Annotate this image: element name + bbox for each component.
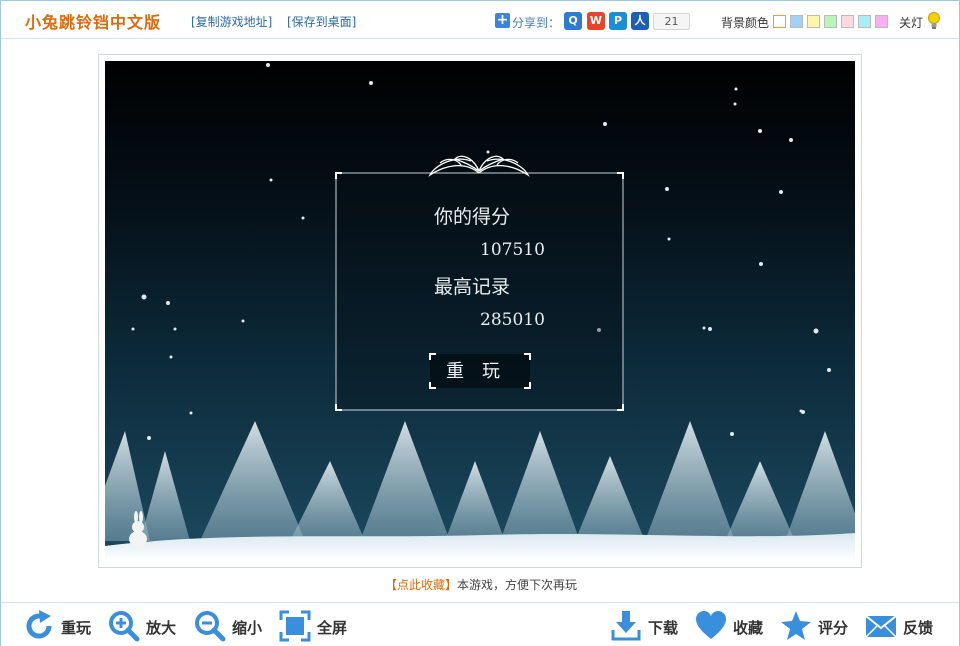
copy-address-link[interactable]: [复制游戏地址] (191, 13, 272, 30)
replay-game-button[interactable]: 重 玩 (429, 353, 531, 389)
replay-button[interactable]: 重玩 (23, 608, 95, 642)
favorite-button[interactable]: 收藏 (695, 608, 767, 642)
zoom-out-label: 缩小 (232, 619, 263, 637)
lights-off-button[interactable]: 关灯 (899, 14, 923, 31)
rate-label: 评分 (818, 619, 849, 637)
zoom-in-button[interactable]: 放大 (108, 608, 180, 642)
share-count-badge: 21 (653, 13, 690, 30)
favorite-label: 收藏 (733, 619, 764, 637)
envelope-icon (865, 615, 897, 638)
swatch-green[interactable] (824, 15, 837, 28)
save-to-desktop-link[interactable]: [保存到桌面] (287, 13, 356, 30)
zoom-in-icon (109, 611, 140, 642)
heart-icon (696, 611, 726, 639)
renren-share-icon[interactable]: 人 (631, 12, 649, 30)
replay-label: 重玩 (61, 619, 92, 637)
collect-text: 本游戏，方便下次再玩 (457, 578, 578, 592)
swatch-yellow[interactable] (807, 15, 820, 28)
weibo-share-icon[interactable]: W (587, 12, 605, 30)
star-icon (781, 611, 811, 640)
zoom-out-button[interactable]: 缩小 (194, 608, 266, 642)
pengyou-share-icon[interactable]: P (609, 12, 627, 30)
game-canvas[interactable]: 你的得分 107510 最高记录 285010 重 玩 (105, 61, 855, 561)
fullscreen-button[interactable]: 全屏 (279, 608, 351, 642)
swatch-pink[interactable] (841, 15, 854, 28)
zoom-out-icon (195, 611, 226, 642)
zoom-in-label: 放大 (146, 619, 177, 637)
qzone-share-icon[interactable]: Q (564, 12, 582, 30)
swatch-blue[interactable] (790, 15, 803, 28)
fullscreen-label: 全屏 (317, 619, 348, 637)
swatch-white[interactable] (773, 15, 786, 28)
lightbulb-icon[interactable] (927, 12, 941, 30)
share-plus-icon[interactable]: + (495, 13, 510, 28)
feedback-label: 反馈 (903, 619, 934, 637)
feedback-button[interactable]: 反馈 (865, 608, 937, 642)
top-bar: 小兔跳铃铛中文版 [复制游戏地址] [保存到桌面] + 分享到： Q W P 人… (1, 1, 959, 39)
score-value: 107510 (480, 240, 545, 260)
refresh-icon (26, 610, 52, 639)
download-label: 下载 (648, 619, 679, 637)
game-title: 小兔跳铃铛中文版 (25, 13, 162, 32)
rate-button[interactable]: 评分 (780, 608, 852, 642)
background-color-label: 背景颜色 (721, 16, 770, 30)
swatch-magenta[interactable] (875, 15, 888, 28)
score-label: 你的得分 (434, 206, 510, 228)
download-button[interactable]: 下载 (610, 608, 682, 642)
bottom-toolbar: 重玩 放大 缩小 全屏 下载 收藏 评分 反馈 (1, 602, 959, 646)
collect-hint: 【点此收藏】本游戏，方便下次再玩 (1, 576, 960, 593)
game-scene: 你的得分 107510 最高记录 285010 重 玩 (105, 61, 855, 561)
best-value: 285010 (480, 310, 545, 330)
fullscreen-icon (279, 610, 311, 642)
collect-link[interactable]: 【点此收藏】 (385, 578, 457, 592)
download-icon (611, 611, 641, 641)
swatch-cyan[interactable] (858, 15, 871, 28)
page-frame: 小兔跳铃铛中文版 [复制游戏地址] [保存到桌面] + 分享到： Q W P 人… (0, 0, 960, 646)
best-label: 最高记录 (434, 276, 510, 298)
replay-game-label: 重 玩 (446, 361, 500, 382)
share-label: 分享到： (512, 16, 561, 30)
